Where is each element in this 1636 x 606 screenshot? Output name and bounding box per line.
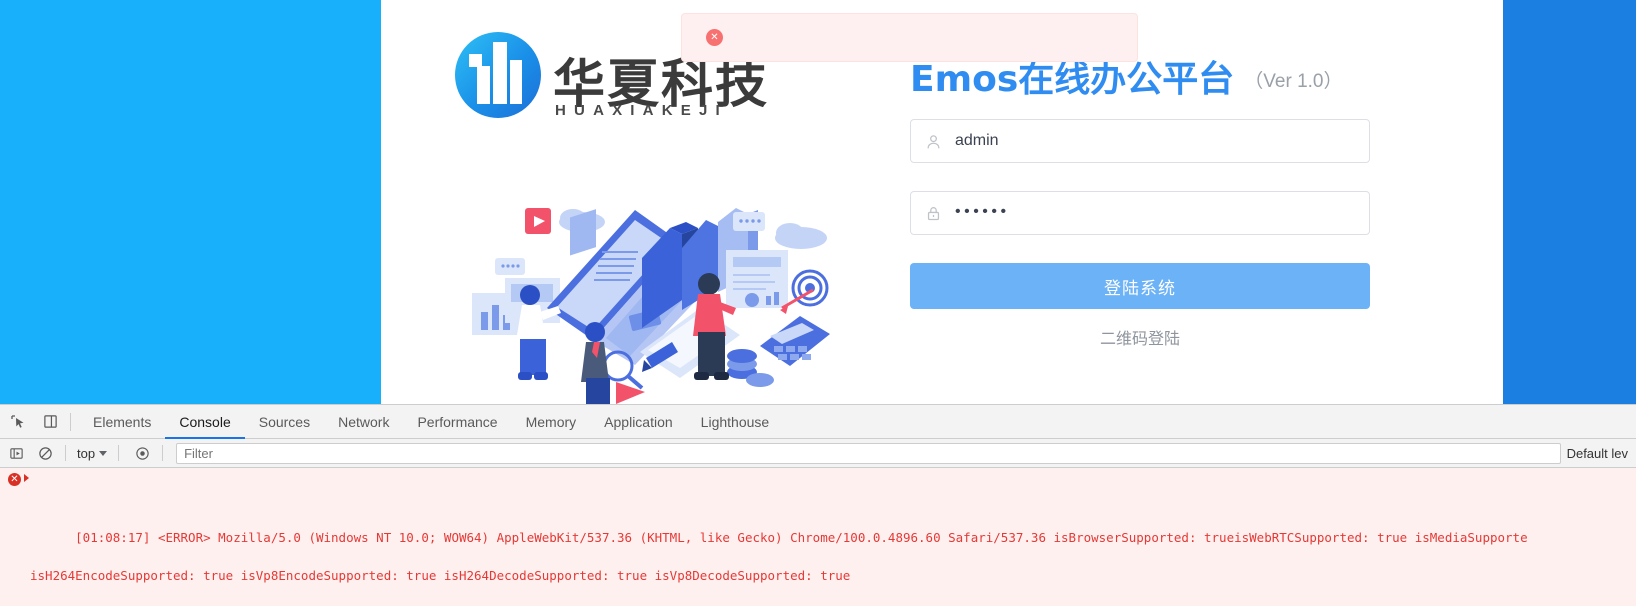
tab-label: Application — [604, 413, 673, 430]
tab-label: Network — [338, 413, 390, 430]
tab-elements[interactable]: Elements — [79, 405, 165, 439]
tab-console[interactable]: Console — [165, 405, 246, 439]
filter-input[interactable] — [176, 442, 1561, 464]
context-label: top — [77, 445, 96, 461]
isometric-office-illustration — [430, 160, 840, 404]
building-logo-icon — [455, 32, 541, 118]
tab-label: Lighthouse — [700, 413, 770, 430]
console-sidebar-icon[interactable] — [3, 441, 29, 465]
right-blue-panel — [1503, 0, 1636, 404]
tab-label: Memory — [525, 413, 577, 430]
lock-icon — [927, 206, 940, 220]
tab-application[interactable]: Application — [590, 405, 687, 439]
error-badge-icon: ✕ — [8, 473, 21, 486]
tab-network[interactable]: Network — [324, 405, 403, 439]
console-message-list[interactable]: ✕ [01:08:17] <ERROR> Mozilla/5.0 (Window… — [0, 468, 1636, 606]
password-input[interactable]: •••••• — [910, 191, 1370, 235]
inspect-element-icon[interactable] — [4, 408, 32, 436]
login-form: Emos在线办公平台 （Ver 1.0） admin •••••• 登陆系统 二维… — [910, 40, 1370, 370]
devtools-tabbar: Elements Console Sources Network Perform… — [0, 405, 1636, 439]
expand-arrow-icon[interactable] — [24, 474, 29, 482]
version-label: （Ver 1.0） — [1244, 71, 1343, 92]
tab-performance[interactable]: Performance — [403, 405, 511, 439]
toolbar-divider — [70, 412, 71, 431]
login-button[interactable]: 登陆系统 — [910, 263, 1370, 309]
error-circle-icon: ✕ — [706, 29, 723, 46]
tab-label: Console — [179, 413, 231, 430]
live-expression-eye-icon[interactable] — [129, 441, 155, 465]
tab-memory[interactable]: Memory — [512, 405, 591, 439]
password-value: •••••• — [955, 203, 1010, 220]
console-message-text: [01:08:17] <ERROR> Mozilla/5.0 (Windows … — [75, 530, 1528, 545]
filterbar-divider-1 — [65, 445, 66, 461]
user-icon — [927, 134, 940, 149]
clear-console-icon[interactable] — [32, 441, 58, 465]
device-toolbar-icon[interactable] — [36, 408, 64, 436]
tab-label: Performance — [417, 413, 498, 430]
tab-sources[interactable]: Sources — [245, 405, 324, 439]
logo-pinyin-name: HUAXIAKEJI — [555, 102, 728, 119]
log-level-selector[interactable]: Default lev — [1567, 446, 1636, 461]
page-title: Emos在线办公平台 — [910, 59, 1235, 100]
qr-code-login-link[interactable]: 二维码登陆 — [910, 325, 1370, 349]
tab-label: Elements — [93, 413, 152, 430]
context-selector[interactable]: top — [73, 446, 111, 461]
filterbar-divider-2 — [118, 445, 120, 461]
username-input[interactable]: admin — [910, 119, 1370, 163]
filterbar-divider-3 — [162, 445, 164, 461]
error-toast: ✕ — [681, 13, 1138, 62]
chevron-down-icon — [99, 450, 108, 456]
console-message-text-line2: isH264EncodeSupported: true isVp8EncodeS… — [30, 568, 851, 583]
console-row-error-1[interactable]: ✕ [01:08:17] <ERROR> Mozilla/5.0 (Window… — [0, 468, 1636, 606]
left-blue-panel — [0, 0, 381, 404]
tab-lighthouse[interactable]: Lighthouse — [687, 405, 784, 439]
console-filter-bar: top Default lev — [0, 439, 1636, 468]
browser-viewport: 华夏科技 HUAXIAKEJI Emos在线办公平台 （Ver 1.0） adm… — [0, 0, 1636, 404]
username-value: admin — [955, 132, 999, 149]
devtools-panel: Elements Console Sources Network Perform… — [0, 404, 1636, 606]
tab-label: Sources — [258, 413, 311, 430]
